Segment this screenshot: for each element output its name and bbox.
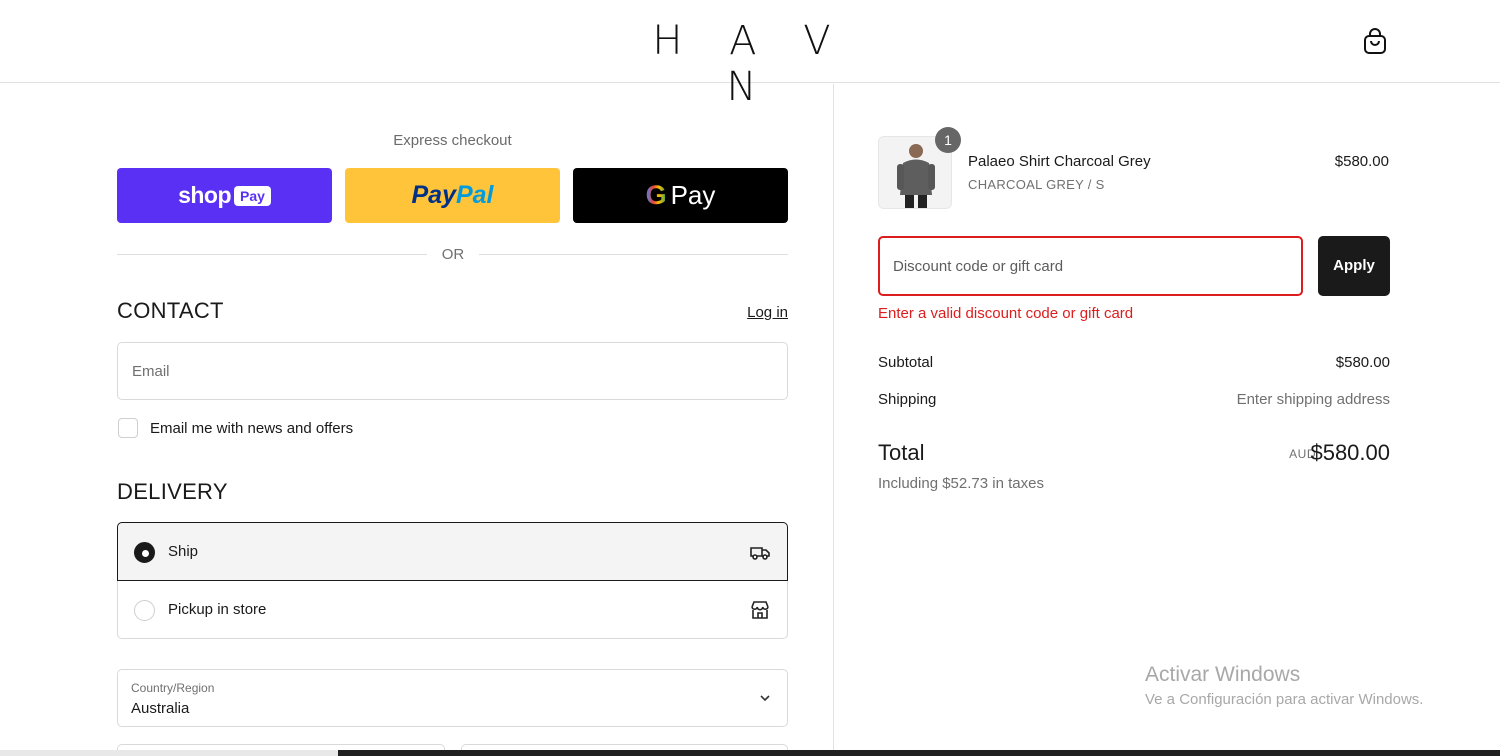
site-header: H A V N — [0, 0, 1500, 110]
shipping-value: Enter shipping address — [1236, 391, 1390, 408]
email-placeholder: Email — [132, 363, 170, 380]
watermark-subtitle: Ve a Configuración para activar Windows. — [1145, 691, 1424, 708]
shop-pay-wordmark: shop — [178, 182, 232, 208]
shop-pay-badge: Pay — [234, 185, 271, 206]
email-field[interactable]: Email — [117, 342, 788, 400]
express-checkout-label: Express checkout — [393, 132, 512, 149]
product-name: Palaeo Shirt Charcoal Grey — [968, 153, 1151, 170]
truck-icon — [749, 541, 771, 563]
apply-discount-button[interactable]: Apply — [1318, 236, 1390, 296]
delivery-option-ship[interactable]: Ship — [117, 522, 788, 581]
total-value: $580.00 — [1310, 440, 1390, 465]
taxes-note: Including $52.73 in taxes — [878, 475, 1044, 492]
ship-radio[interactable] — [134, 542, 155, 563]
quantity-badge: 1 — [935, 127, 961, 153]
watermark-title: Activar Windows — [1145, 663, 1301, 686]
taskbar-strip — [0, 750, 1500, 756]
store-icon — [749, 599, 771, 621]
country-region-value: Australia — [131, 700, 190, 717]
country-region-label: Country/Region — [131, 681, 215, 695]
order-summary-column: 1 Palaeo Shirt Charcoal Grey CHARCOAL GR… — [833, 84, 1500, 756]
windows-activation-watermark: Activar Windows Ve a Configuración para … — [1145, 663, 1423, 708]
ship-label: Ship — [168, 543, 199, 560]
discount-error-message: Enter a valid discount code or gift card — [878, 305, 1134, 322]
newsletter-checkbox[interactable] — [118, 418, 138, 438]
paypal-button[interactable]: PayPal — [345, 168, 560, 223]
shop-pay-button[interactable]: shop Pay — [117, 168, 332, 223]
or-text: OR — [441, 246, 465, 263]
delivery-method-group: Ship Pickup in store — [117, 522, 788, 639]
delivery-heading: DELIVERY — [117, 479, 228, 504]
discount-code-input[interactable]: Discount code or gift card — [878, 236, 1303, 296]
product-variant: CHARCOAL GREY / S — [968, 177, 1105, 192]
product-price: $580.00 — [1334, 153, 1389, 170]
pickup-label: Pickup in store — [168, 601, 267, 618]
chevron-down-icon — [757, 690, 773, 706]
discount-placeholder: Discount code or gift card — [893, 258, 1064, 275]
country-region-select[interactable]: Country/Region Australia — [117, 669, 788, 727]
or-divider: OR — [117, 244, 788, 266]
log-in-link[interactable]: Log in — [700, 304, 788, 321]
checkout-form-column: Express checkout shop Pay PayPal G Pay OR… — [0, 84, 833, 756]
newsletter-checkbox-row[interactable]: Email me with news and offers — [117, 417, 517, 441]
paypal-wordmark: PayPal — [411, 181, 494, 209]
pickup-radio[interactable] — [134, 600, 155, 621]
google-pay-button[interactable]: G Pay — [573, 168, 788, 223]
subtotal-label: Subtotal — [878, 354, 934, 371]
contact-heading: CONTACT — [117, 298, 224, 323]
delivery-option-pickup[interactable]: Pickup in store — [118, 581, 787, 639]
total-label: Total — [878, 440, 925, 465]
newsletter-label: Email me with news and offers — [150, 420, 354, 437]
subtotal-value: $580.00 — [1335, 354, 1390, 371]
google-pay-wordmark: G Pay — [645, 180, 716, 210]
google-g-icon: G — [645, 180, 667, 210]
cart-icon[interactable] — [1362, 27, 1388, 55]
shipping-label: Shipping — [878, 391, 937, 408]
